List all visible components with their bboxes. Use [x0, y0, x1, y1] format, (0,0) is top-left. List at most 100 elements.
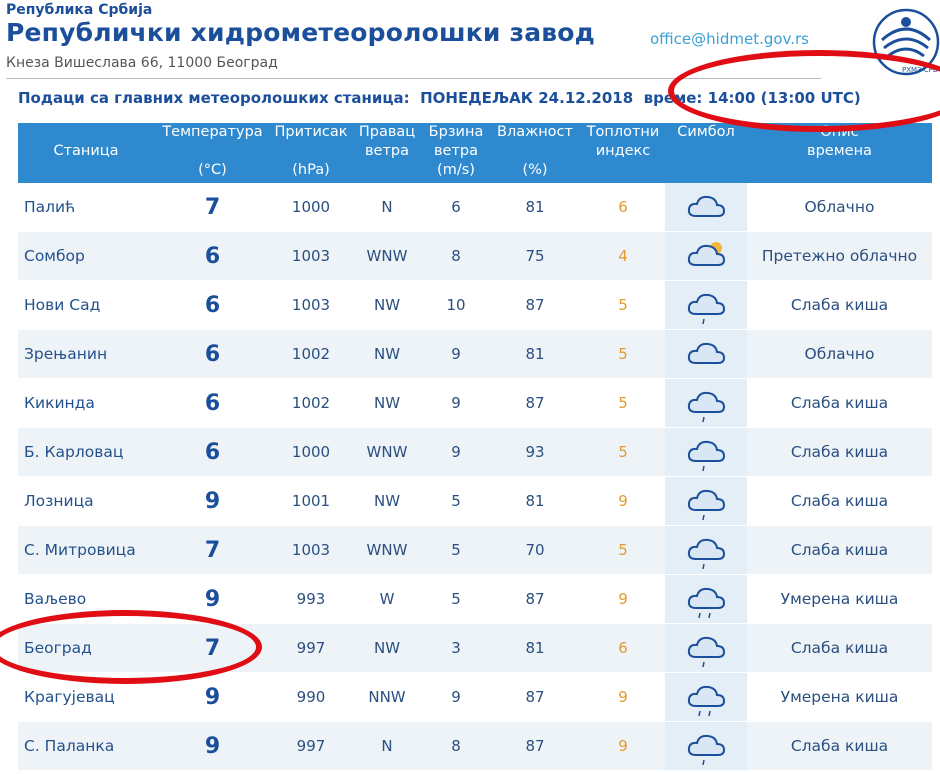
- station-name: С. Митровица: [18, 525, 154, 575]
- cloud-icon: [687, 342, 726, 364]
- weather-description: Облачно: [747, 329, 932, 379]
- humidity-value: 81: [489, 623, 581, 673]
- weather-symbol: [665, 672, 747, 722]
- weather-description: Слаба киша: [747, 427, 932, 477]
- heat-index-value: 9: [581, 721, 665, 771]
- table-row: С. Митровица 7 1003 WNW 5 70 5 Слаба киша: [18, 525, 932, 575]
- col-pressure: Притисак (hPa): [271, 123, 351, 183]
- weather-description: Претежно облачно: [747, 231, 932, 281]
- weather-symbol: [665, 525, 747, 575]
- info-date: ПОНЕДЕЉАК 24.12.2018: [420, 89, 634, 107]
- table-row: Нови Сад 6 1003 NW 10 87 5 Слаба киша: [18, 280, 932, 330]
- pressure-value: 1002: [291, 394, 331, 412]
- heat-index-value: 9: [618, 590, 628, 608]
- email-link[interactable]: office@hidmet.gov.rs: [650, 30, 809, 48]
- wind-direction-value: N: [351, 721, 423, 771]
- col-temperature: Температура (°C): [154, 123, 271, 183]
- pressure-value: 997: [271, 623, 351, 673]
- humidity-value: 75: [489, 231, 581, 281]
- info-label: Подаци са главних метеоролошких станица:: [18, 89, 410, 107]
- pressure-value: 997: [271, 721, 351, 771]
- heat-index-value: 6: [618, 198, 628, 216]
- temperature-value: 6: [154, 231, 271, 281]
- table-row: Кикинда 6 1002 NW 9 87 5 Слаба киша: [18, 378, 932, 428]
- humidity-value: 70: [489, 525, 581, 575]
- wind-speed-value: 5: [423, 525, 489, 575]
- light-rain-icon: [687, 391, 726, 423]
- temperature-value: 7: [204, 194, 221, 220]
- wind-direction-value: WNW: [351, 525, 423, 575]
- wind-speed-value: 8: [423, 721, 489, 771]
- moderate-rain-icon: [687, 587, 726, 619]
- temperature-value: 7: [154, 525, 271, 575]
- light-rain-icon: [687, 489, 726, 521]
- wind-direction-value: NW: [351, 329, 423, 379]
- light-rain-icon: [687, 293, 726, 325]
- wind-direction-value: N: [381, 198, 393, 216]
- wind-speed-value: 6: [451, 198, 461, 216]
- humidity-value: 87: [525, 296, 545, 314]
- temperature-value: 6: [154, 329, 271, 379]
- weather-description: Слаба киша: [790, 492, 889, 510]
- humidity-value: 87: [525, 394, 545, 412]
- table-row: Сомбор 6 1003 WNW 8 75 4 Претежно облачно: [18, 231, 932, 281]
- station-name: Палић: [24, 198, 76, 216]
- moderate-rain-icon: [687, 685, 726, 717]
- weather-symbol: [665, 329, 747, 379]
- pressure-value: 1003: [271, 525, 351, 575]
- pressure-value: 1001: [291, 492, 331, 510]
- wind-speed-value: 9: [423, 329, 489, 379]
- weather-symbol: [665, 231, 747, 281]
- station-name: С. Паланка: [18, 721, 154, 771]
- table-row: Лозница 9 1001 NW 5 81 9 Слаба киша: [18, 476, 932, 526]
- light-rain-icon: [687, 538, 726, 570]
- heat-index-value: 5: [581, 427, 665, 477]
- wind-direction-value: WNW: [351, 427, 423, 477]
- weather-description: Слаба киша: [790, 296, 889, 314]
- col-wind-direction: Правац ветра: [351, 123, 423, 183]
- wind-direction-value: W: [379, 590, 395, 608]
- humidity-value: 81: [525, 492, 545, 510]
- station-name: Лозница: [24, 492, 94, 510]
- humidity-value: 81: [489, 329, 581, 379]
- pressure-value: 1003: [271, 231, 351, 281]
- wind-speed-value: 5: [451, 590, 461, 608]
- heat-index-value: 5: [618, 394, 628, 412]
- table-row: Палић 7 1000 N 6 81 6 Облачно: [18, 183, 932, 232]
- weather-symbol: [665, 721, 747, 771]
- wind-direction-value: NW: [373, 492, 401, 510]
- weather-symbol: [665, 183, 747, 232]
- humidity-value: 93: [489, 427, 581, 477]
- pressure-value: 990: [296, 688, 326, 706]
- weather-description: Слаба киша: [747, 623, 932, 673]
- weather-symbol: [665, 574, 747, 624]
- station-name: Б. Карловац: [18, 427, 154, 477]
- table-row: Зрењанин 6 1002 NW 9 81 5 Облачно: [18, 329, 932, 379]
- pressure-value: 993: [296, 590, 326, 608]
- col-symbol: Симбол: [665, 123, 747, 183]
- page-title: Републички хидрометеоролошки завод: [6, 18, 596, 47]
- light-rain-icon: [687, 440, 726, 472]
- station-name: Кикинда: [24, 394, 95, 412]
- light-rain-icon: [687, 734, 726, 766]
- light-rain-icon: [687, 636, 726, 668]
- humidity-value: 87: [525, 688, 545, 706]
- temperature-value: 9: [204, 488, 221, 514]
- weather-description: Умерена киша: [780, 688, 899, 706]
- temperature-value: 6: [204, 292, 221, 318]
- partly-cloudy-icon: [687, 242, 726, 266]
- weather-symbol: [665, 476, 747, 526]
- wind-speed-value: 5: [451, 492, 461, 510]
- humidity-value: 87: [489, 721, 581, 771]
- pressure-value: 1000: [291, 198, 331, 216]
- col-humidity: Влажност (%): [489, 123, 581, 183]
- weather-symbol: [665, 623, 747, 673]
- col-wind-speed: Брзина ветра (m/s): [423, 123, 489, 183]
- weather-description: Умерена киша: [780, 590, 899, 608]
- pressure-value: 1000: [271, 427, 351, 477]
- weather-description: Слаба киша: [790, 394, 889, 412]
- wind-speed-value: 9: [451, 394, 461, 412]
- heat-index-value: 9: [618, 688, 628, 706]
- wind-direction-value: NW: [351, 623, 423, 673]
- wind-speed-value: 9: [423, 427, 489, 477]
